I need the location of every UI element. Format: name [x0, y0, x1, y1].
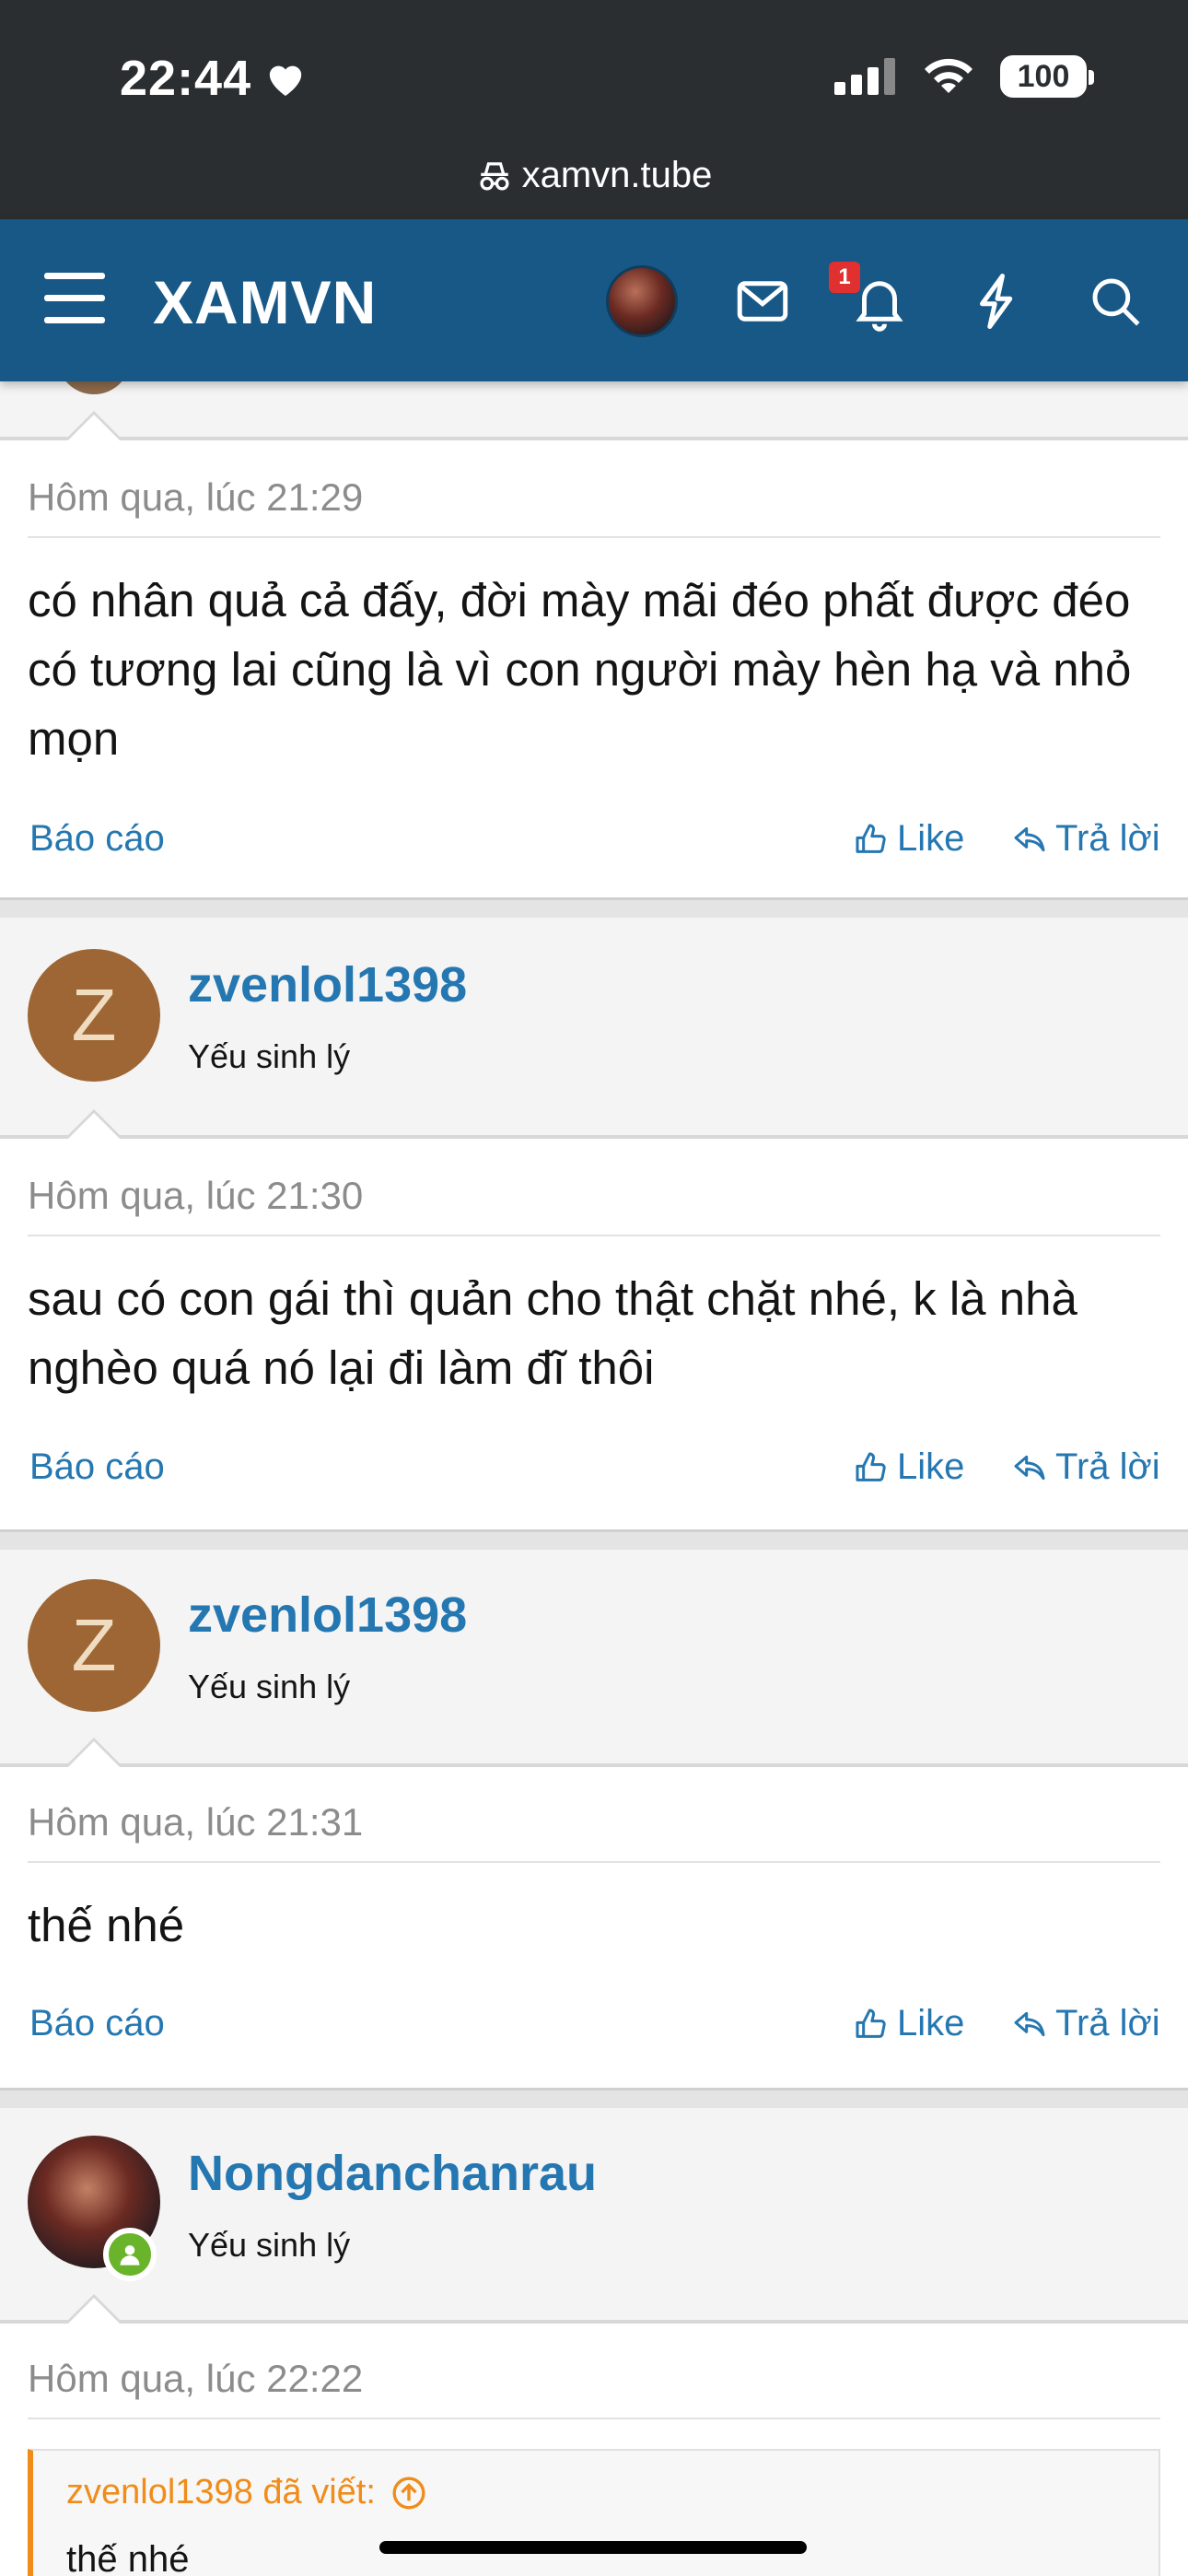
mail-icon[interactable] — [732, 271, 793, 332]
reply-icon — [1014, 826, 1045, 851]
reply-icon — [1014, 2011, 1045, 2036]
home-indicator[interactable] — [379, 2541, 807, 2554]
report-link[interactable]: Báo cáo — [29, 2003, 165, 2044]
user-card: Z zvenlol1398 Yếu sinh lý — [0, 1550, 1188, 1765]
report-link[interactable]: Báo cáo — [29, 1446, 165, 1488]
url-text: xamvn.tube — [521, 155, 713, 195]
search-icon[interactable] — [1085, 271, 1146, 332]
post-separator — [0, 2088, 1188, 2108]
reply-button[interactable]: Trả lời — [1011, 818, 1160, 860]
battery-icon: 100 — [1000, 55, 1094, 98]
reply-button[interactable]: Trả lời — [1011, 2003, 1160, 2044]
user-title: Yếu sinh lý — [188, 1668, 351, 1705]
reply-button[interactable]: Trả lời — [1011, 1446, 1160, 1488]
post: Hôm qua, lúc 21:30 sau có con gái thì qu… — [0, 1137, 1188, 1529]
quote-text: thế nhé — [66, 2539, 190, 2576]
post-text: thế nhé — [28, 1899, 185, 1951]
reply-icon — [1014, 1455, 1045, 1480]
post: Hôm qua, lúc 21:31 thế nhé Báo cáo Like … — [0, 1765, 1188, 2088]
notification-badge: 1 — [829, 262, 860, 293]
url-bar[interactable]: xamvn.tube — [0, 155, 1188, 196]
app-header: XAMVN — [0, 219, 1188, 381]
post-date[interactable]: Hôm qua, lúc 21:30 — [28, 1174, 363, 1218]
post-separator — [0, 1529, 1188, 1550]
lightning-icon[interactable] — [967, 271, 1028, 332]
quote-author[interactable]: zvenlol1398 đã viết: — [66, 2473, 427, 2512]
menu-icon[interactable] — [44, 273, 105, 324]
thumbs-up-icon — [856, 2008, 886, 2038]
like-button[interactable]: Like — [853, 1446, 964, 1488]
post-date[interactable]: Hôm qua, lúc 21:31 — [28, 1800, 363, 1844]
page: 22:44 100 xamvn.tube XAMVN 1 Hôm qua, lú… — [0, 0, 1188, 2576]
post-separator — [0, 897, 1188, 918]
post: Hôm qua, lúc 21:29 có nhân quả cả đấy, đ… — [0, 439, 1188, 897]
account-avatar[interactable] — [606, 265, 678, 337]
user-card: Nongdanchanrau Yếu sinh lý — [0, 2108, 1188, 2322]
quote-block: zvenlol1398 đã viết: thế nhé — [28, 2449, 1160, 2576]
post-date[interactable]: Hôm qua, lúc 22:22 — [28, 2357, 363, 2401]
user-card-partial — [0, 345, 1188, 439]
like-button[interactable]: Like — [853, 2003, 964, 2044]
user-title: Yếu sinh lý — [188, 2226, 351, 2264]
arrow-up-circle-icon[interactable] — [390, 2475, 427, 2512]
wifi-icon — [925, 58, 973, 93]
online-status-icon — [103, 2228, 157, 2281]
clock: 22:44 — [120, 50, 307, 107]
status-bar: 22:44 100 xamvn.tube — [0, 0, 1188, 219]
site-logo[interactable]: XAMVN — [153, 267, 377, 337]
username[interactable]: Nongdanchanrau — [188, 2145, 597, 2202]
heart-icon — [269, 65, 302, 97]
username[interactable]: zvenlol1398 — [188, 1587, 467, 1644]
thumbs-up-icon — [856, 824, 886, 853]
post-text: sau có con gái thì quản cho thật chặt nh… — [28, 1272, 1077, 1394]
post-text: có nhân quả cả đấy, đời mày mãi đéo phất… — [28, 574, 1132, 765]
post-date[interactable]: Hôm qua, lúc 21:29 — [28, 475, 363, 520]
signal-icon — [834, 58, 895, 95]
incognito-icon — [480, 161, 509, 191]
time-text: 22:44 — [120, 51, 252, 106]
username[interactable]: zvenlol1398 — [188, 956, 467, 1013]
thumbs-up-icon — [856, 1452, 886, 1481]
user-avatar[interactable]: Z — [28, 949, 160, 1082]
user-title: Yếu sinh lý — [188, 1037, 351, 1075]
user-card: Z zvenlol1398 Yếu sinh lý — [0, 918, 1188, 1137]
like-button[interactable]: Like — [853, 818, 964, 860]
report-link[interactable]: Báo cáo — [29, 818, 165, 860]
user-avatar[interactable]: Z — [28, 1579, 160, 1712]
status-indicators: 100 — [834, 55, 1094, 98]
